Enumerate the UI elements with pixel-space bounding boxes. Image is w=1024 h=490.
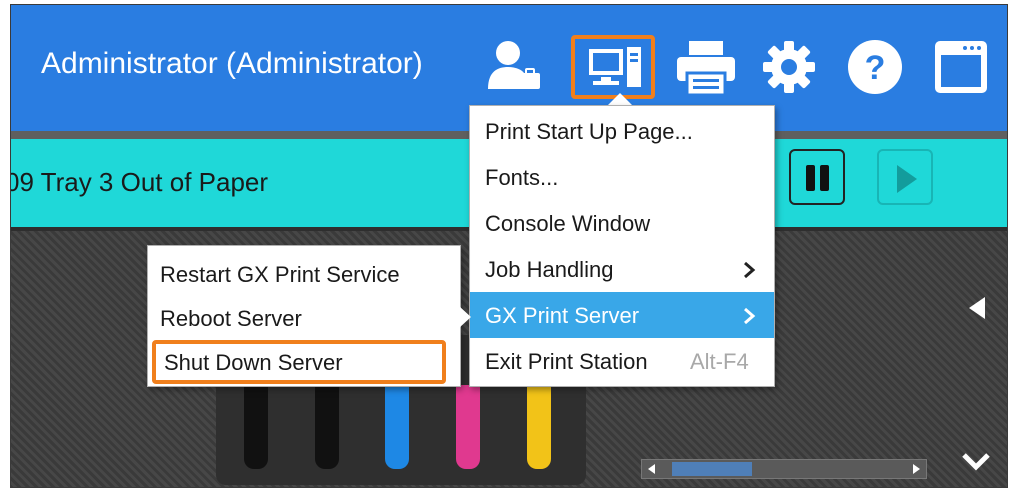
ink-bar-magenta <box>456 385 480 469</box>
menu-item-fonts[interactable]: Fonts... <box>470 154 774 200</box>
play-icon <box>897 165 917 193</box>
menu-item-exit-print-station[interactable]: Exit Print Station Alt-F4 <box>470 338 774 384</box>
horizontal-scrollbar[interactable] <box>641 459 927 479</box>
console-icon[interactable] <box>571 35 655 99</box>
user-label: Administrator (Administrator) <box>41 47 423 80</box>
pause-icon <box>806 165 815 191</box>
console-menu: Print Start Up Page... Fonts... Console … <box>469 105 775 387</box>
submenu-pointer <box>459 306 471 328</box>
submenu-item-reboot-server[interactable]: Reboot Server <box>148 296 460 340</box>
submenu-item-shut-down-server[interactable]: Shut Down Server <box>152 340 446 384</box>
ink-bar-black <box>315 385 339 469</box>
pause-icon <box>820 165 829 191</box>
collapse-arrow-icon[interactable] <box>969 297 985 319</box>
svg-text:?: ? <box>865 49 886 87</box>
chevron-right-icon <box>744 307 756 325</box>
scroll-thumb[interactable] <box>672 462 752 476</box>
gear-icon[interactable] <box>761 39 817 95</box>
ink-bar-black <box>244 385 268 469</box>
user-settings-icon[interactable] <box>486 39 542 93</box>
ink-bar-cyan <box>385 385 409 469</box>
menu-item-job-handling[interactable]: Job Handling <box>470 246 774 292</box>
server-submenu: Restart GX Print Service Reboot Server S… <box>147 245 461 387</box>
menu-item-console-window[interactable]: Console Window <box>470 200 774 246</box>
status-message: 09 Tray 3 Out of Paper <box>10 167 269 197</box>
chevron-down-icon[interactable] <box>961 451 991 471</box>
window-icon[interactable] <box>933 39 989 95</box>
help-icon[interactable]: ? <box>847 39 903 95</box>
printer-icon[interactable] <box>675 39 737 97</box>
scroll-right-icon[interactable] <box>913 464 920 474</box>
pause-button[interactable] <box>789 149 845 205</box>
menu-item-gx-print-server[interactable]: GX Print Server <box>470 292 774 338</box>
menu-pointer <box>608 93 632 105</box>
menu-item-print-start-up-page[interactable]: Print Start Up Page... <box>470 108 774 154</box>
print-station-window: Administrator (Administrator) ? 09 Tray … <box>10 4 1008 488</box>
menu-shortcut: Alt-F4 <box>690 349 749 374</box>
resume-button[interactable] <box>877 149 933 205</box>
chevron-right-icon <box>744 261 756 279</box>
submenu-item-restart-service[interactable]: Restart GX Print Service <box>148 252 460 296</box>
ink-bar-yellow <box>527 385 551 469</box>
scroll-left-icon[interactable] <box>648 464 655 474</box>
